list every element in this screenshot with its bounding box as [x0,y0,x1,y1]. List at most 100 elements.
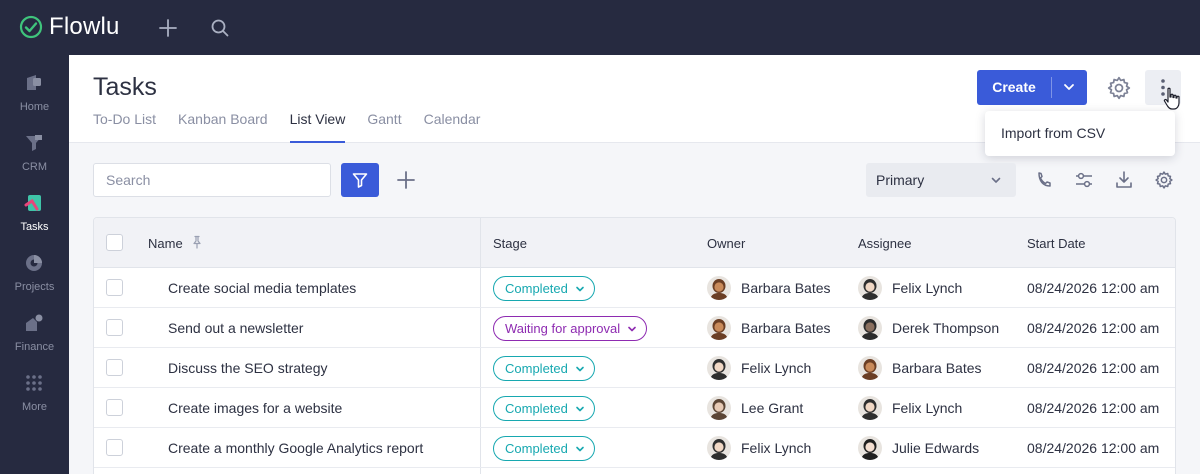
table-row[interactable]: Send out a newsletter Waiting for approva… [94,308,1175,348]
task-name[interactable]: Create images for a website [168,400,342,416]
task-name[interactable]: Discuss the SEO strategy [168,360,328,376]
create-button[interactable]: Create [977,70,1087,105]
main-content: Tasks To-Do List Kanban Board List View … [69,55,1200,474]
menu-item-import-csv[interactable]: Import from CSV [1001,125,1105,141]
add-icon[interactable] [157,17,179,39]
sidebar-item-tasks[interactable]: Tasks [0,185,69,241]
download-icon[interactable] [1114,170,1134,190]
tab-kanban-board[interactable]: Kanban Board [178,111,268,143]
columns-settings-icon[interactable] [1074,170,1094,190]
row-checkbox[interactable] [106,439,123,456]
tab-calendar[interactable]: Calendar [424,111,481,143]
table-header: Name Stage Owner Assignee Start Date [94,218,1175,268]
start-date: 08/24/2026 12:00 am [1027,360,1160,376]
owner-name[interactable]: Lee Grant [741,400,803,416]
avatar [858,356,882,380]
task-name[interactable]: Create social media templates [168,280,356,296]
start-date: 08/24/2026 12:00 am [1027,280,1160,296]
filter-button[interactable] [341,163,379,197]
task-name[interactable]: Create a monthly Google Analytics report [168,440,423,456]
owner-name[interactable]: Barbara Bates [741,280,831,296]
sidebar-item-crm[interactable]: CRM [0,125,69,181]
chevron-down-icon [576,366,584,372]
assignee-name[interactable]: Felix Lynch [892,400,962,416]
tasks-table: Name Stage Owner Assignee Start Date Cre… [93,217,1176,474]
avatar [858,436,882,460]
chevron-down-icon[interactable] [1061,79,1077,95]
tab-todo-list[interactable]: To-Do List [93,111,156,143]
view-select-value: Primary [876,172,925,188]
owner-name[interactable]: Barbara Bates [741,320,831,336]
stage-badge[interactable]: Completed [493,436,595,461]
table-row[interactable]: Create social media templates Completed Ba… [94,268,1175,308]
row-checkbox[interactable] [106,279,123,296]
stage-label: Completed [505,281,568,296]
stage-badge[interactable]: Completed [493,276,595,301]
avatar [707,276,731,300]
chevron-down-icon [628,326,636,332]
stage-badge[interactable]: Waiting for approval [493,316,648,341]
assignee-name[interactable]: Felix Lynch [892,280,962,296]
sidebar-item-home[interactable]: Home [0,65,69,121]
start-date: 08/24/2026 12:00 am [1027,400,1160,416]
avatar [858,396,882,420]
assignee-name[interactable]: Barbara Bates [892,360,982,376]
logo-check-icon [19,15,43,39]
owner-name[interactable]: Felix Lynch [741,440,811,456]
grid-dots-icon [26,375,42,391]
sidebar-item-label: Home [19,101,50,113]
view-select[interactable]: Primary [866,163,1016,197]
table-row[interactable]: Discuss the SEO strategy Completed Felix L… [94,348,1175,388]
start-date: 08/24/2026 12:00 am [1027,440,1160,456]
select-all-checkbox[interactable] [106,234,123,251]
sidebar-item-finance[interactable]: Finance [0,305,69,361]
column-header-owner[interactable]: Owner [707,236,745,251]
flowlu-logo[interactable]: Flowlu [19,13,120,41]
add-filter-icon[interactable] [395,169,417,191]
top-bar: Flowlu [0,0,1200,55]
owner-name[interactable]: Felix Lynch [741,360,811,376]
task-name[interactable]: Send out a newsletter [168,320,303,336]
pin-icon[interactable] [191,235,203,249]
assignee-name[interactable]: Derek Thompson [892,320,999,336]
phone-icon[interactable] [1034,170,1054,190]
chevron-down-icon [576,446,584,452]
stage-badge[interactable]: Completed [493,356,595,381]
column-header-start-date[interactable]: Start Date [1027,236,1086,251]
table-row[interactable]: Create images for a website Completed Lee … [94,388,1175,428]
more-options-menu: Import from CSV [985,111,1175,156]
finance-icon [26,314,43,331]
stage-label: Completed [505,441,568,456]
assignee-name[interactable]: Julie Edwards [892,440,979,456]
view-tabs: To-Do List Kanban Board List View Gantt … [93,111,502,143]
avatar [858,276,882,300]
search-input[interactable] [93,163,331,197]
sidebar-item-label: CRM [21,161,48,173]
sidebar-item-more[interactable]: More [0,365,69,421]
row-checkbox[interactable] [106,319,123,336]
settings-gear-icon[interactable] [1106,75,1132,101]
start-date: 08/24/2026 12:00 am [1027,320,1160,336]
row-checkbox[interactable] [106,399,123,416]
pointer-cursor-icon [1163,87,1180,110]
sidebar: Home CRM Tasks Projects Finance More [0,55,69,474]
tab-gantt[interactable]: Gantt [367,111,401,143]
avatar [858,316,882,340]
projects-icon [26,255,42,271]
row-checkbox[interactable] [106,359,123,376]
table-row[interactable]: Create a monthly Google Analytics report… [94,428,1175,468]
stage-label: Completed [505,361,568,376]
avatar [707,356,731,380]
search-icon[interactable] [209,17,231,39]
sidebar-item-projects[interactable]: Projects [0,245,69,301]
chevron-down-icon [991,177,1001,183]
table-settings-gear-icon[interactable] [1154,170,1174,190]
chevron-down-icon [576,286,584,292]
column-header-name[interactable]: Name [148,236,183,251]
tasks-icon [24,195,41,211]
column-header-assignee[interactable]: Assignee [858,236,911,251]
stage-badge[interactable]: Completed [493,396,595,421]
home-icon [27,75,41,90]
column-header-stage[interactable]: Stage [493,236,527,251]
tab-list-view[interactable]: List View [289,111,346,143]
